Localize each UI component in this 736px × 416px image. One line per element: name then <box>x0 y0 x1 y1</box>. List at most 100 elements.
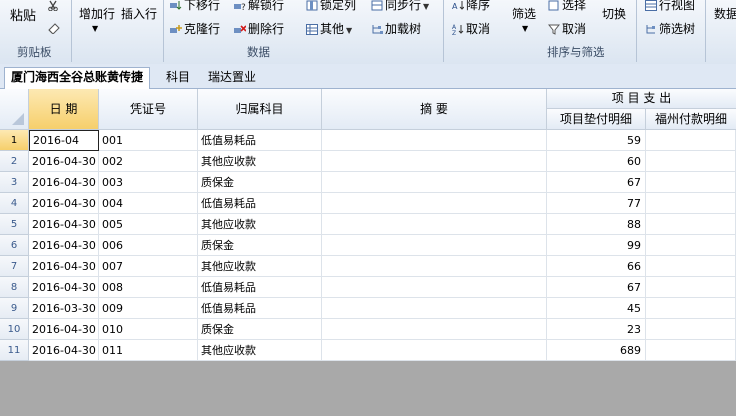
load-tree-button[interactable]: 加载树 <box>371 20 421 37</box>
row-number[interactable]: 9 <box>0 298 29 319</box>
cancel-select-button[interactable]: 取消 <box>547 20 586 37</box>
delete-row-button[interactable]: 删除行 <box>234 20 284 37</box>
insert-row-button[interactable]: 插入行 <box>121 5 157 22</box>
cell-fuzhou-amount[interactable] <box>646 130 736 151</box>
cell-subject[interactable]: 低值易耗品 <box>198 130 322 151</box>
other-menu-button[interactable]: 其他 ▼ <box>306 20 352 37</box>
tab-ledger[interactable]: 厦门海西全谷总账黄传捷 <box>4 67 151 89</box>
column-header-advance-detail[interactable]: 项目垫付明细 <box>547 109 646 130</box>
table-row[interactable]: 3 2016-04-30 003 质保金 67 <box>0 172 736 193</box>
cell-voucher[interactable]: 003 <box>99 172 198 193</box>
cell-voucher[interactable]: 007 <box>99 256 198 277</box>
cell-summary[interactable] <box>322 214 547 235</box>
column-header-date[interactable]: 日 期 <box>29 89 99 130</box>
row-number[interactable]: 10 <box>0 319 29 340</box>
cell-subject[interactable]: 低值易耗品 <box>198 277 322 298</box>
add-row-dropdown-icon[interactable]: ▼ <box>92 24 98 33</box>
add-row-button[interactable]: 增加行 <box>79 5 115 22</box>
cell-voucher[interactable]: 004 <box>99 193 198 214</box>
cell-advance-amount[interactable]: 60 <box>547 151 646 172</box>
table-row[interactable]: 8 2016-04-30 008 低值易耗品 67 <box>0 277 736 298</box>
table-row[interactable]: 11 2016-04-30 011 其他应收款 689 <box>0 340 736 361</box>
descending-sort-button[interactable]: A 降序 <box>452 0 490 13</box>
cell-advance-amount[interactable]: 99 <box>547 235 646 256</box>
row-number[interactable]: 7 <box>0 256 29 277</box>
cell-voucher[interactable]: 002 <box>99 151 198 172</box>
cell-subject[interactable]: 质保金 <box>198 319 322 340</box>
tab-subject[interactable]: 科目 <box>160 68 196 87</box>
cell-advance-amount[interactable]: 66 <box>547 256 646 277</box>
cell-advance-amount[interactable]: 45 <box>547 298 646 319</box>
tab-ruida[interactable]: 瑞达置业 <box>202 68 262 87</box>
cell-advance-amount[interactable]: 689 <box>547 340 646 361</box>
filter-tree-button[interactable]: 筛选树 <box>645 20 695 37</box>
cell-voucher[interactable]: 009 <box>99 298 198 319</box>
cell-summary[interactable] <box>322 193 547 214</box>
column-header-voucher[interactable]: 凭证号 <box>99 89 198 130</box>
row-number[interactable]: 1 <box>0 130 29 151</box>
row-number[interactable]: 11 <box>0 340 29 361</box>
lock-column-button[interactable]: 锁定列 <box>306 0 356 13</box>
row-number[interactable]: 2 <box>0 151 29 172</box>
cell-fuzhou-amount[interactable] <box>646 277 736 298</box>
cell-date[interactable]: 2016-04-30 <box>29 151 99 172</box>
cell-date[interactable]: 2016-04-30 <box>29 319 99 340</box>
cell-voucher[interactable]: 006 <box>99 235 198 256</box>
cell-fuzhou-amount[interactable] <box>646 214 736 235</box>
cell-fuzhou-amount[interactable] <box>646 340 736 361</box>
cell-fuzhou-amount[interactable] <box>646 193 736 214</box>
row-view-button[interactable]: 行视图 <box>645 0 695 13</box>
cell-date[interactable]: 2016-04-30 <box>29 193 99 214</box>
column-header-summary[interactable]: 摘 要 <box>322 89 547 130</box>
cell-advance-amount[interactable]: 77 <box>547 193 646 214</box>
column-header-fuzhou-detail[interactable]: 福州付款明细 <box>646 109 736 130</box>
move-down-row-button[interactable]: 下移行 <box>170 0 220 13</box>
cell-summary[interactable] <box>322 319 547 340</box>
cell-advance-amount[interactable]: 59 <box>547 130 646 151</box>
cell-summary[interactable] <box>322 340 547 361</box>
cell-subject[interactable]: 其他应收款 <box>198 214 322 235</box>
sync-row-button[interactable]: 同步行 ▼ <box>371 0 429 13</box>
cell-subject[interactable]: 低值易耗品 <box>198 193 322 214</box>
row-number[interactable]: 5 <box>0 214 29 235</box>
cell-fuzhou-amount[interactable] <box>646 151 736 172</box>
cell-summary[interactable] <box>322 277 547 298</box>
cell-date[interactable]: 2016-04-30 <box>29 172 99 193</box>
column-header-subject[interactable]: 归属科目 <box>198 89 322 130</box>
cut-icon[interactable] <box>47 0 59 14</box>
cell-subject[interactable]: 其他应收款 <box>198 340 322 361</box>
cell-subject[interactable]: 其他应收款 <box>198 151 322 172</box>
row-number[interactable]: 6 <box>0 235 29 256</box>
select-button[interactable]: 选择 <box>548 0 586 13</box>
filter-button[interactable]: 筛选 <box>512 5 536 22</box>
eraser-icon[interactable] <box>47 22 61 37</box>
cell-advance-amount[interactable]: 67 <box>547 277 646 298</box>
cell-voucher[interactable]: 005 <box>99 214 198 235</box>
cell-advance-amount[interactable]: 67 <box>547 172 646 193</box>
row-number[interactable]: 8 <box>0 277 29 298</box>
unlock-row-button[interactable]: ? 解锁行 <box>234 0 284 13</box>
cell-date[interactable]: 2016-04-30 <box>29 235 99 256</box>
table-row[interactable]: 12016-04▼001低值易耗品 59 <box>0 130 736 151</box>
cell-subject[interactable]: 低值易耗品 <box>198 298 322 319</box>
cell-advance-amount[interactable]: 23 <box>547 319 646 340</box>
cell-voucher[interactable]: 011 <box>99 340 198 361</box>
cell-subject[interactable]: 质保金 <box>198 235 322 256</box>
cancel-sort-button[interactable]: A Z 取消 <box>452 20 490 37</box>
cell-summary[interactable] <box>322 151 547 172</box>
cell-advance-amount[interactable]: 88 <box>547 214 646 235</box>
cell-date[interactable]: 2016-03-30 <box>29 298 99 319</box>
cell-voucher[interactable]: 010 <box>99 319 198 340</box>
cell-date[interactable]: 2016-04-30 <box>29 277 99 298</box>
cell-summary[interactable] <box>322 256 547 277</box>
cell-summary[interactable] <box>322 235 547 256</box>
cell-voucher[interactable]: 001 <box>99 130 198 151</box>
cell-fuzhou-amount[interactable] <box>646 256 736 277</box>
cell-fuzhou-amount[interactable] <box>646 319 736 340</box>
row-number[interactable]: 4 <box>0 193 29 214</box>
paste-button[interactable]: 粘贴 <box>10 5 36 24</box>
clone-row-button[interactable]: 克隆行 <box>170 20 220 37</box>
filter-dropdown-icon[interactable]: ▼ <box>522 24 528 33</box>
table-row[interactable]: 4 2016-04-30 004 低值易耗品 77 <box>0 193 736 214</box>
cell-fuzhou-amount[interactable] <box>646 298 736 319</box>
